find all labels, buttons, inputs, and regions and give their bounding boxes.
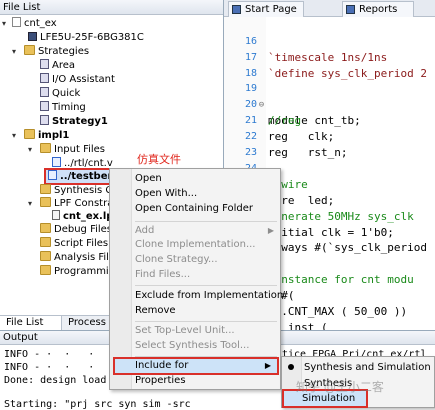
collapse-icon[interactable]: ▾ bbox=[2, 17, 10, 30]
start-page-icon bbox=[232, 5, 241, 14]
strategy-icon bbox=[40, 101, 49, 111]
tree-item[interactable]: Synthesis Co bbox=[40, 184, 119, 197]
impl-folder-icon bbox=[24, 129, 35, 139]
folder-icon bbox=[40, 251, 51, 261]
tree-strategy-active[interactable]: Strategy1 bbox=[40, 115, 108, 128]
tab-start-page[interactable]: Start Page bbox=[228, 1, 304, 17]
lpf-file-icon bbox=[52, 210, 60, 220]
code-line: 19 ⊖ module cnt_tb; bbox=[244, 83, 361, 127]
folder-icon bbox=[24, 45, 35, 55]
menu-separator bbox=[135, 321, 277, 322]
menu-item-open[interactable]: Open bbox=[110, 172, 280, 186]
menu-item-clone-strategy[interactable]: Clone Strategy... bbox=[110, 253, 280, 267]
folder-icon bbox=[40, 223, 51, 233]
collapse-icon[interactable]: ▾ bbox=[12, 45, 20, 58]
menu-item-select-synthesis-tool[interactable]: Select Synthesis Tool... bbox=[110, 339, 280, 353]
tab-process[interactable]: Process bbox=[62, 316, 114, 331]
code-line: 17 `define sys_clk_period 2 bbox=[244, 52, 427, 80]
tree-item[interactable]: Programmin bbox=[40, 265, 115, 278]
strategy-icon bbox=[40, 59, 49, 69]
tab-reports[interactable]: Reports bbox=[342, 1, 414, 17]
submenu-arrow-icon: ▶ bbox=[264, 361, 271, 370]
tree-file-cnt-v[interactable]: ../rtl/cnt.v bbox=[52, 157, 113, 170]
context-menu: Open Open With... Open Containing Folder… bbox=[109, 168, 283, 390]
radio-selected-icon bbox=[288, 364, 294, 370]
tree-item[interactable]: cnt_ex.lpf bbox=[52, 210, 118, 223]
tree-device[interactable]: LFE5U-25F-6BG381C bbox=[28, 31, 144, 44]
tree-strategy-item[interactable]: I/O Assistant bbox=[40, 73, 115, 86]
watermark: 知乎 @王小二客 bbox=[296, 380, 384, 394]
menu-separator bbox=[135, 285, 277, 286]
output-line: INFO - · · · bbox=[4, 362, 95, 373]
tree-item[interactable]: Analysis File bbox=[40, 251, 115, 264]
collapse-icon[interactable]: ▾ bbox=[28, 197, 36, 210]
code-line: 16 `timescale 1ns/1ns bbox=[244, 36, 388, 64]
code-line: 23 bbox=[244, 147, 257, 158]
tree-item[interactable]: Debug Files bbox=[40, 223, 112, 236]
code-line: 22 reg rst_n; bbox=[244, 131, 348, 159]
project-icon bbox=[12, 17, 21, 27]
submenu-arrow-icon: ▶ bbox=[267, 226, 274, 235]
menu-separator bbox=[135, 356, 277, 357]
menu-item-include-for[interactable]: Include for ▶ bbox=[113, 357, 279, 375]
folder-icon bbox=[40, 237, 51, 247]
verilog-file-icon bbox=[48, 170, 57, 180]
submenu-item-synthesis-and-simulation[interactable]: Synthesis and Simulation bbox=[282, 360, 434, 375]
tree-strategy-item[interactable]: Area bbox=[40, 59, 75, 72]
reports-icon bbox=[346, 5, 355, 14]
code-line: 21 reg clk; bbox=[244, 115, 335, 143]
menu-item-exclude[interactable]: Exclude from Implementation bbox=[110, 289, 283, 303]
annotation-label: 仿真文件 bbox=[137, 153, 181, 166]
menu-item-open-with[interactable]: Open With... bbox=[110, 187, 280, 201]
collapse-icon[interactable]: ▾ bbox=[28, 143, 36, 156]
code-line: 20 //reg bbox=[244, 99, 302, 127]
menu-item-open-containing-folder[interactable]: Open Containing Folder bbox=[110, 202, 280, 216]
chip-icon bbox=[28, 32, 37, 41]
folder-icon bbox=[40, 184, 51, 194]
editor-tab-bar: Start Page Reports bbox=[224, 0, 435, 17]
tree-strategy-item[interactable]: Timing bbox=[40, 101, 86, 114]
folder-icon bbox=[40, 143, 51, 153]
tree-strategy-item[interactable]: Quick bbox=[40, 87, 80, 100]
output-line: Starting: "prj src syn sim -src bbox=[4, 399, 191, 410]
menu-item-properties[interactable]: Properties bbox=[110, 374, 280, 388]
menu-item-find-files[interactable]: Find Files... bbox=[110, 268, 280, 282]
output-line: Done: design load bbox=[4, 375, 107, 386]
collapse-icon[interactable]: ▾ bbox=[12, 129, 20, 142]
tree-item[interactable]: Script Files bbox=[40, 237, 108, 250]
verilog-file-icon bbox=[52, 157, 61, 167]
tree-file-testbench[interactable]: ../testben bbox=[44, 168, 115, 185]
folder-icon bbox=[40, 197, 51, 207]
file-list-title: File List bbox=[0, 0, 223, 15]
strategy-icon bbox=[40, 73, 49, 83]
folder-icon bbox=[40, 265, 51, 275]
tab-file-list[interactable]: File List bbox=[0, 316, 62, 331]
menu-item-remove[interactable]: Remove bbox=[110, 304, 280, 318]
code-line: 24 //wire bbox=[245, 163, 308, 191]
menu-item-set-top-level[interactable]: Set Top-Level Unit... bbox=[110, 324, 280, 338]
strategy-icon bbox=[40, 115, 49, 125]
menu-item-add[interactable]: Add ▶ bbox=[110, 224, 280, 238]
menu-item-clone-implementation[interactable]: Clone Implementation... bbox=[110, 238, 280, 252]
menu-separator bbox=[135, 221, 277, 222]
strategy-icon bbox=[40, 87, 49, 97]
code-line: 18 bbox=[244, 68, 257, 79]
